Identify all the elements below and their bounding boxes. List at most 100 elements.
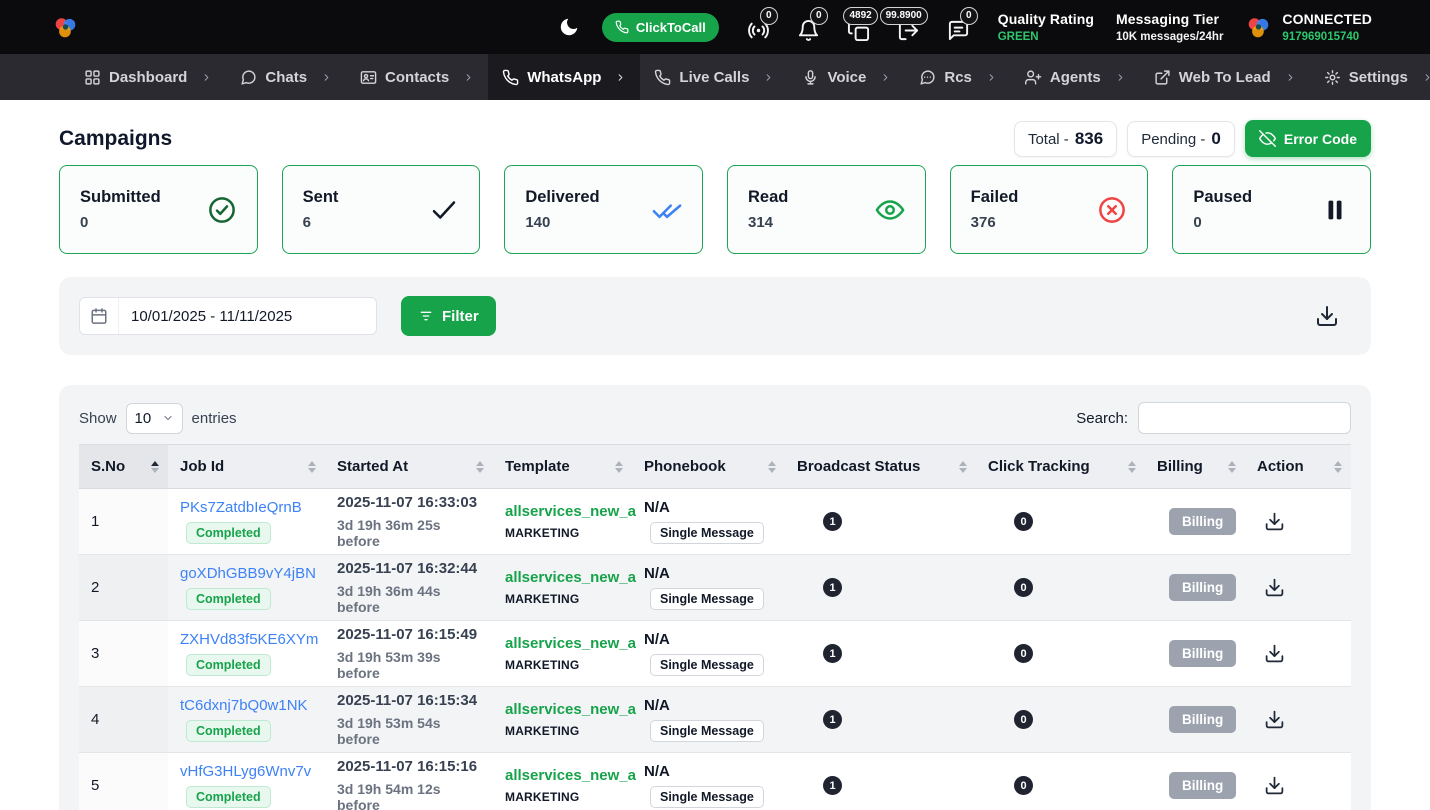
job-id-link[interactable]: tC6dxnj7bQ0w1NK (180, 697, 308, 714)
entries-select[interactable]: 10 (126, 403, 183, 434)
brand-logo[interactable] (52, 14, 79, 41)
cell-sno: 5 (79, 753, 168, 810)
template-link[interactable]: allservices_new_a (505, 767, 636, 784)
cell-click-tracking: 0 (976, 489, 1145, 554)
sort-icon[interactable] (476, 461, 484, 473)
template-link[interactable]: allservices_new_a (505, 635, 636, 652)
cell-billing: Billing (1145, 621, 1245, 686)
messaging-tier-label: Messaging Tier (1116, 11, 1223, 27)
clicktocall-button[interactable]: ClickToCall (602, 13, 719, 42)
template-link[interactable]: allservices_new_a (505, 569, 636, 586)
click-tracking-badge[interactable]: 0 (1014, 776, 1033, 795)
notifications-button[interactable]: 0 (797, 19, 820, 42)
nav-item-settings[interactable]: Settings (1310, 54, 1430, 100)
x-circle-icon (1097, 195, 1127, 225)
template-link[interactable]: allservices_new_a (505, 701, 636, 718)
sort-icon[interactable] (151, 461, 159, 473)
broadcast-status-badge[interactable]: 1 (823, 710, 842, 729)
template-link[interactable]: allservices_new_a (505, 503, 636, 520)
column-header-phonebook[interactable]: Phonebook (632, 445, 785, 488)
dark-mode-toggle-moon-icon[interactable] (558, 16, 580, 38)
message-type-badge: Single Message (650, 720, 764, 742)
nav-item-contacts[interactable]: Contacts (346, 54, 488, 100)
sort-icon[interactable] (1334, 461, 1342, 473)
column-header-billing[interactable]: Billing (1145, 445, 1245, 488)
nav-item-live-calls[interactable]: Live Calls (640, 54, 788, 100)
billing-button[interactable]: Billing (1169, 508, 1236, 535)
broadcast-status-badge[interactable]: 1 (823, 578, 842, 597)
search-input[interactable] (1138, 402, 1351, 434)
download-report-icon[interactable] (1264, 511, 1285, 532)
pending-label: Pending - (1141, 131, 1205, 148)
templates-button[interactable]: 4892 (847, 19, 870, 42)
job-id-link[interactable]: PKs7ZatdbIeQrnB (180, 499, 302, 516)
table-row: 4tC6dxnj7bQ0w1NKCompleted2025-11-07 16:1… (79, 687, 1351, 753)
cell-template: allservices_new_aMARKETING (493, 687, 632, 752)
pending-value: 0 (1211, 129, 1220, 149)
download-report-icon[interactable] (1264, 775, 1285, 796)
sort-icon[interactable] (1228, 461, 1236, 473)
column-header-action[interactable]: Action (1245, 445, 1351, 488)
stat-value: 0 (80, 214, 161, 231)
nav-item-rcs[interactable]: Rcs (905, 54, 1011, 100)
column-header-s-no[interactable]: S.No (79, 445, 168, 488)
show-entries-group: Show 10 entries (79, 403, 237, 434)
chevron-right-icon (615, 72, 626, 83)
date-range-picker[interactable] (79, 297, 377, 335)
started-ago-value: 3d 19h 36m 25s before (337, 517, 481, 549)
job-id-link[interactable]: vHfG3HLyg6Wnv7v (180, 763, 311, 780)
filter-button[interactable]: Filter (401, 296, 496, 336)
stat-text: Failed376 (971, 188, 1019, 231)
gear-icon (1324, 69, 1341, 86)
nav-item-whatsapp[interactable]: WhatsApp (488, 54, 640, 100)
job-id-link[interactable]: ZXHVd83f5KE6XYm (180, 631, 318, 648)
download-report-icon[interactable] (1264, 709, 1285, 730)
billing-button[interactable]: Billing (1169, 772, 1236, 799)
stat-label: Delivered (525, 188, 599, 207)
broadcast-status-badge[interactable]: 1 (823, 512, 842, 531)
message-type-badge: Single Message (650, 786, 764, 808)
balance-button[interactable]: 99.8900 (897, 19, 920, 42)
click-tracking-badge[interactable]: 0 (1014, 512, 1033, 531)
cell-job-id: goXDhGBB9vY4jBNCompleted (168, 555, 325, 620)
sort-icon[interactable] (615, 461, 623, 473)
sort-icon[interactable] (308, 461, 316, 473)
column-header-click-tracking[interactable]: Click Tracking (976, 445, 1145, 488)
nav-item-dashboard[interactable]: Dashboard (70, 54, 226, 100)
billing-button[interactable]: Billing (1169, 640, 1236, 667)
broadcast-status-badge[interactable]: 1 (823, 644, 842, 663)
column-header-label: Phonebook (644, 458, 726, 475)
cell-job-id: ZXHVd83f5KE6XYmCompleted (168, 621, 325, 686)
nav-item-agents[interactable]: Agents (1011, 54, 1140, 100)
click-tracking-badge[interactable]: 0 (1014, 710, 1033, 729)
download-report-icon[interactable] (1264, 577, 1285, 598)
billing-button[interactable]: Billing (1169, 574, 1236, 601)
download-report-icon[interactable] (1264, 643, 1285, 664)
nav-item-voice[interactable]: Voice (788, 54, 905, 100)
cell-phonebook: N/ASingle Message (632, 489, 785, 554)
nav-item-label: Agents (1050, 69, 1101, 86)
billing-button[interactable]: Billing (1169, 706, 1236, 733)
export-download-button[interactable] (1315, 304, 1339, 328)
stat-value: 376 (971, 214, 1019, 231)
nav-item-chats[interactable]: Chats (226, 54, 346, 100)
column-header-job-id[interactable]: Job Id (168, 445, 325, 488)
sort-icon[interactable] (768, 461, 776, 473)
sort-icon[interactable] (959, 461, 967, 473)
broadcast-status-badge[interactable]: 1 (823, 776, 842, 795)
column-header-template[interactable]: Template (493, 445, 632, 488)
click-tracking-badge[interactable]: 0 (1014, 578, 1033, 597)
phonebook-value: N/A (644, 631, 670, 648)
messages-button[interactable]: 0 (947, 19, 970, 42)
error-code-button[interactable]: Error Code (1245, 120, 1371, 157)
sort-icon[interactable] (1128, 461, 1136, 473)
column-header-broadcast-status[interactable]: Broadcast Status (785, 445, 976, 488)
voice-icon (802, 69, 819, 86)
job-id-link[interactable]: goXDhGBB9vY4jBN (180, 565, 316, 582)
nav-item-web-to-lead[interactable]: Web To Lead (1140, 54, 1310, 100)
click-tracking-badge[interactable]: 0 (1014, 644, 1033, 663)
date-range-input[interactable] (119, 298, 376, 334)
broadcast-button[interactable]: 0 (747, 19, 770, 42)
cell-job-id: vHfG3HLyg6Wnv7vCompleted (168, 753, 325, 810)
column-header-started-at[interactable]: Started At (325, 445, 493, 488)
